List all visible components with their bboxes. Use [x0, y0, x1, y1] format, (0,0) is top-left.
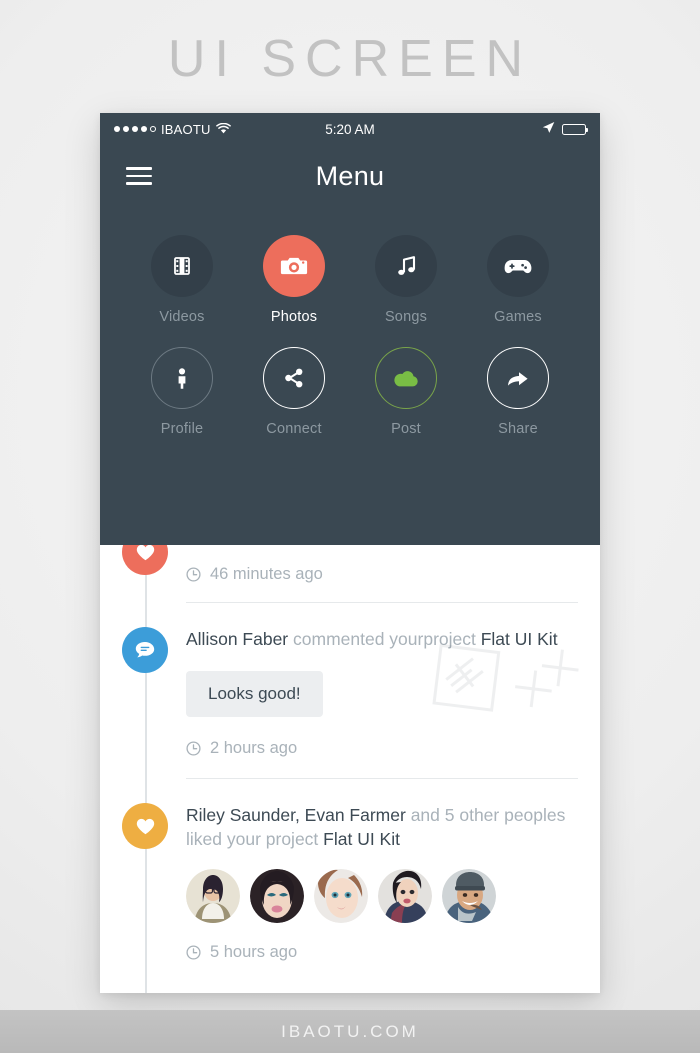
- feed-project-name: Flat UI Kit: [323, 829, 400, 849]
- avatar[interactable]: [250, 869, 304, 923]
- music-note-icon: [375, 235, 437, 297]
- camera-icon: [263, 235, 325, 297]
- menu-label-connect: Connect: [266, 421, 322, 437]
- footer-text: IBAOTU.COM: [281, 1021, 419, 1041]
- feed-actor-name: Riley Saunder, Evan Farmer: [186, 805, 406, 825]
- person-icon: [151, 347, 213, 409]
- feed-timestamp: 2 hours ago: [186, 717, 578, 778]
- hamburger-menu-icon[interactable]: [126, 167, 152, 185]
- menu-item-songs[interactable]: Songs: [350, 235, 462, 325]
- cloud-upload-icon: [375, 347, 437, 409]
- feed-actor-name: Allison Faber: [186, 629, 289, 649]
- status-bar-left: IBAOTU: [114, 122, 350, 137]
- clock-icon: [186, 567, 201, 582]
- liker-avatar-row[interactable]: [186, 869, 578, 923]
- avatar[interactable]: [442, 869, 496, 923]
- avatar[interactable]: [314, 869, 368, 923]
- footer-bar: IBAOTU.COM: [0, 1010, 700, 1053]
- menu-item-post[interactable]: Post: [350, 347, 462, 437]
- gamepad-icon: [487, 235, 549, 297]
- arrow-forward-icon: [487, 347, 549, 409]
- feed-time-label: 46 minutes ago: [210, 565, 323, 583]
- menu-label-profile: Profile: [160, 421, 204, 437]
- poster-canvas: UI SCREEN IBAOTU 5:20 AM Menu Videos Pho…: [0, 0, 700, 1053]
- feed-item-comment[interactable]: Allison Faber commented yourproject Flat…: [100, 603, 600, 778]
- nav-title: Menu: [315, 160, 385, 191]
- menu-label-videos: Videos: [159, 309, 205, 325]
- feed-project-name: Flat UI Kit: [480, 629, 558, 649]
- avatar[interactable]: [186, 869, 240, 923]
- share-nodes-icon: [263, 347, 325, 409]
- menu-item-photos[interactable]: Photos: [238, 235, 350, 325]
- heart-icon: [122, 803, 168, 849]
- comment-text-bubble: Looks good!: [186, 671, 323, 717]
- heart-icon: [122, 545, 168, 575]
- location-arrow-icon: [542, 121, 555, 137]
- menu-label-songs: Songs: [384, 309, 428, 325]
- menu-item-connect[interactable]: Connect: [238, 347, 350, 437]
- menu-item-profile[interactable]: Profile: [126, 347, 238, 437]
- menu-item-games[interactable]: Games: [462, 235, 574, 325]
- battery-icon: [562, 123, 589, 135]
- notification-feed[interactable]: 46 minutes ago Allison Faber commented y…: [100, 545, 600, 993]
- signal-strength-icon: [114, 126, 156, 132]
- feed-time-label: 2 hours ago: [210, 739, 298, 757]
- feed-timestamp: 46 minutes ago: [186, 551, 578, 602]
- comment-bubble-icon: [122, 627, 168, 673]
- nav-bar: Menu: [100, 145, 600, 207]
- feed-time-label: 5 hours ago: [210, 943, 298, 961]
- menu-label-post: Post: [391, 421, 421, 437]
- feed-action-text: commented yourproject: [288, 629, 481, 649]
- menu-panel: IBAOTU 5:20 AM Menu Videos Photos Songs …: [100, 113, 600, 545]
- carrier-label: IBAOTU: [161, 121, 211, 137]
- wifi-icon: [215, 122, 231, 137]
- clock-icon: [186, 945, 201, 960]
- feed-item-like-top[interactable]: 46 minutes ago: [100, 545, 600, 602]
- phone-mockup: IBAOTU 5:20 AM Menu Videos Photos Songs …: [100, 113, 600, 993]
- film-icon: [151, 235, 213, 297]
- avatar[interactable]: [378, 869, 432, 923]
- menu-item-share[interactable]: Share: [462, 347, 574, 437]
- menu-icon-grid: Videos Photos Songs Games Profile Connec…: [100, 207, 600, 437]
- feed-timestamp: 5 hours ago: [186, 923, 578, 962]
- feed-message: Riley Saunder, Evan Farmer and 5 other p…: [186, 801, 578, 851]
- feed-item-likes[interactable]: Riley Saunder, Evan Farmer and 5 other p…: [100, 779, 600, 962]
- menu-label-photos: Photos: [270, 309, 318, 325]
- status-bar-right: [350, 121, 589, 137]
- menu-item-videos[interactable]: Videos: [126, 235, 238, 325]
- feed-message: Allison Faber commented yourproject Flat…: [186, 625, 578, 651]
- menu-label-games: Games: [494, 309, 542, 325]
- status-bar: IBAOTU 5:20 AM: [100, 113, 600, 145]
- page-title: UI SCREEN: [167, 30, 533, 88]
- menu-label-share: Share: [498, 421, 538, 437]
- clock-icon: [186, 741, 201, 756]
